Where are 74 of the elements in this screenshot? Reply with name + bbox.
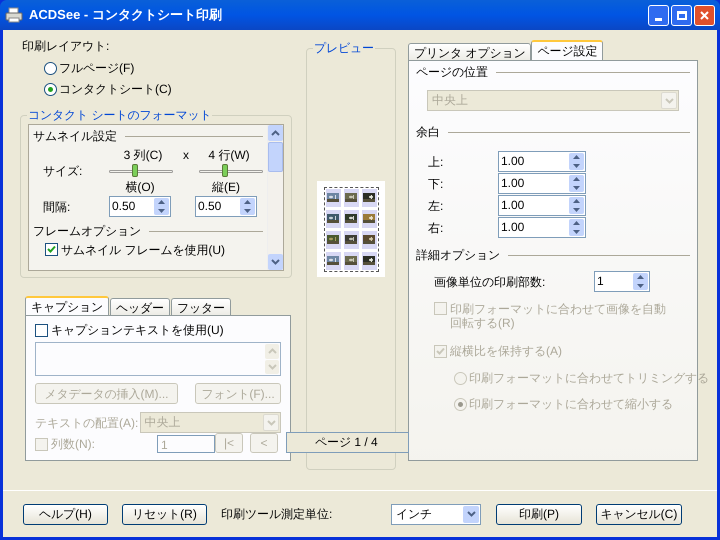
columns-label: 3 列(C) [122,148,164,162]
number-spinner[interactable]: 1.00 [498,195,586,216]
margin-label: 下: [427,176,444,192]
slider-thumb[interactable] [222,164,228,177]
margin-label: 右: [427,220,444,236]
vertical-label: 縦(E) [211,180,241,194]
scrollbar[interactable] [267,125,283,270]
group-title: プレビュー [313,41,375,55]
spin-arrows-icon[interactable] [240,198,255,215]
close-icon [700,10,709,20]
rows-label: 4 行(W) [207,148,251,162]
scroll-thumb[interactable] [268,142,283,172]
horizontal-label: 横(O) [124,180,156,194]
margin-label: 上: [427,154,444,170]
group-title: コンタクト シートのフォーマット [27,108,212,122]
slider-thumb[interactable] [132,164,138,177]
spin-arrows-icon[interactable] [569,197,584,214]
checkbox[interactable] [45,243,58,256]
help-button[interactable]: ヘルプ(H) [23,504,108,524]
slider[interactable] [109,164,173,178]
section-heading: ページの位置 [416,64,488,81]
unit-label: 印刷ツール測定単位: [221,506,334,523]
number-spinner[interactable]: 1.00 [498,173,586,194]
radio-button[interactable] [44,62,57,74]
section-heading: フレームオプション [33,223,141,240]
radio-label: フルページ(F) [59,60,134,77]
printer-icon [5,7,23,23]
caption-tab[interactable]: キャプション [25,296,109,315]
radio-label: 印刷フォーマットに合わせてトリミングする [469,370,709,387]
minimize-button[interactable] [648,4,669,26]
size-label: サイズ: [42,164,84,178]
alignment-label: テキストの配置(A): [35,414,140,432]
settings-tab[interactable]: プリンタ オプション [408,43,532,60]
number-spinner[interactable]: 0.50 [195,196,257,217]
page-indicator: ページ 1 / 4 [286,432,409,453]
spin-arrows-icon[interactable] [154,198,169,215]
number-spinner[interactable]: 0.50 [109,196,171,217]
radio-label: 印刷フォーマットに合わせて縮小する [469,396,673,413]
margin-label: 左: [427,198,444,214]
slider[interactable] [199,164,263,178]
number-spinner[interactable]: 1.00 [498,151,586,172]
section-heading: 詳細オプション [416,247,500,264]
window-title: ACDSee - コンタクトシート印刷 [29,6,223,24]
checkbox[interactable] [35,324,48,336]
spacing-label: 間隔: [42,200,72,214]
copies-label: 画像単位の印刷部数: [433,274,546,290]
number-spinner[interactable]: 1 [594,271,650,292]
number-spinner[interactable]: 1.00 [498,217,586,238]
cancel-button[interactable]: キャンセル(C) [596,504,682,524]
maximize-button[interactable] [671,4,692,26]
spin-arrows-icon[interactable] [569,175,584,192]
checkbox-label: 列数(N): [51,436,95,453]
checkbox-label: 印刷フォーマットに合わせて画像を自動回転する(R) [450,302,667,330]
section-heading: サムネイル設定 [33,128,117,145]
close-button[interactable] [694,4,715,26]
reset-button[interactable]: リセット(R) [122,504,207,524]
radio-button[interactable] [44,82,57,96]
unit-dropdown[interactable]: インチ [391,504,481,524]
times-sign: x [182,148,190,162]
caption-tab[interactable]: フッター [171,298,231,315]
scroll-down-icon[interactable] [268,254,283,270]
layout-label: 印刷レイアウト: [22,38,110,54]
scroll-up-icon[interactable] [268,125,283,141]
section-heading: 余白 [416,124,440,141]
radio-label: コンタクトシート(C) [59,81,172,98]
spin-arrows-icon[interactable] [633,273,648,290]
checkbox-label: 縦横比を保持する(A) [450,343,562,360]
checkbox-label: サムネイル フレームを使用(U) [61,242,225,256]
settings-tab[interactable]: ページ設定 [531,40,604,60]
print-button[interactable]: 印刷(P) [496,504,582,524]
caption-tab[interactable]: ヘッダー [110,298,170,315]
checkbox-label: キャプションテキストを使用(U) [51,322,224,339]
spin-arrows-icon[interactable] [569,153,584,170]
spin-arrows-icon[interactable] [569,219,584,236]
